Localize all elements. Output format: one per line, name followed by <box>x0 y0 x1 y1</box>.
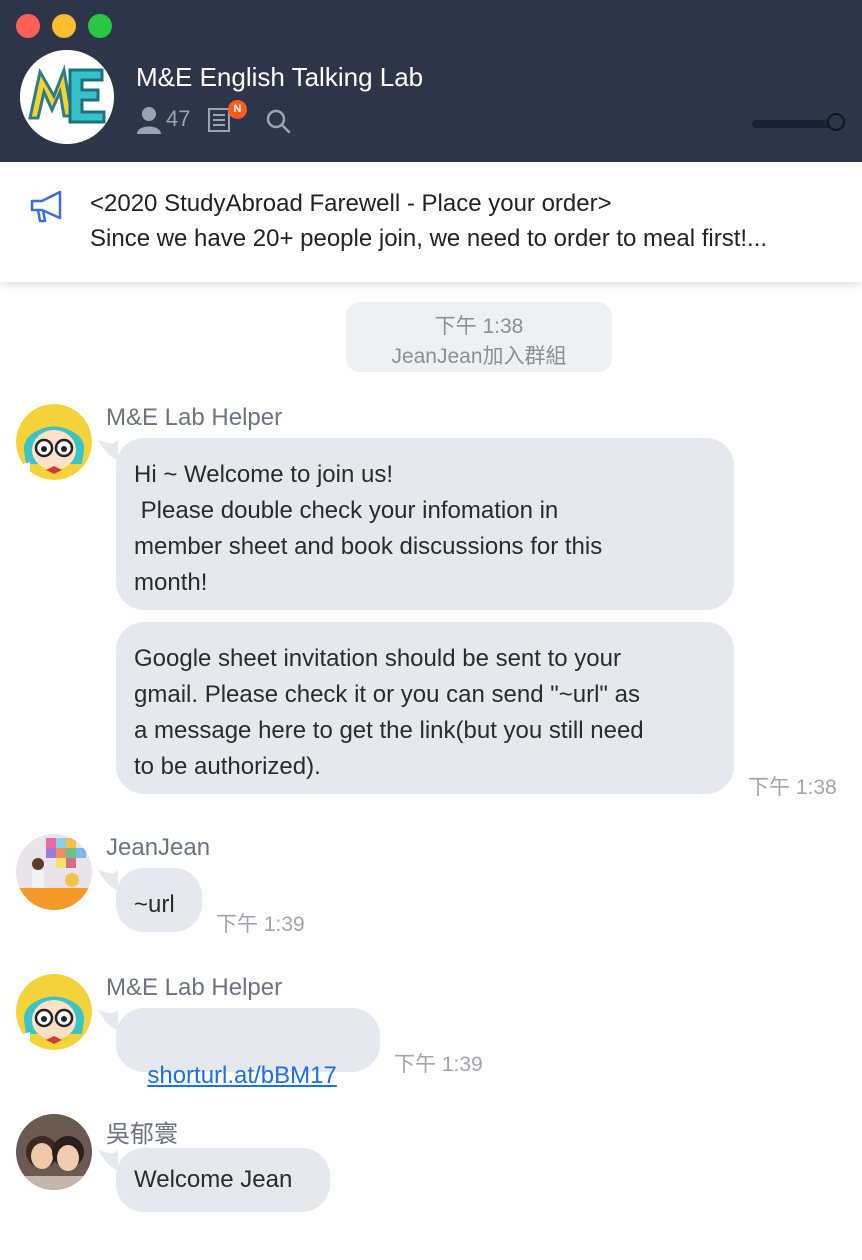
message-bubble: shorturl.at/bBM17 <box>116 1008 380 1089</box>
system-message: 下午 1:38 JeanJean加入群組 <box>346 302 612 372</box>
shared-link[interactable]: shorturl.at/bBM17 <box>147 1062 336 1089</box>
avatar[interactable] <box>16 974 92 1050</box>
announcement-text[interactable]: Since we have 20+ people join, we need t… <box>90 225 850 253</box>
megaphone-icon <box>30 190 62 223</box>
member-icon[interactable] <box>136 106 162 134</box>
sender-name: JeanJean <box>106 834 211 861</box>
sender-name: 吳郁寰 <box>106 1121 178 1148</box>
message-bubble[interactable]: ~url <box>116 868 202 932</box>
close-window-button[interactable] <box>16 14 40 38</box>
message-time: 下午 1:39 <box>216 913 305 936</box>
user-avatar-image <box>16 1114 92 1190</box>
message-time: 下午 1:38 <box>748 776 837 799</box>
message-bubble[interactable]: Welcome Jean <box>116 1148 330 1212</box>
new-badge: N <box>228 100 247 119</box>
sender-name: M&E Lab Helper <box>106 974 283 1001</box>
sender-name: M&E Lab Helper <box>106 404 283 431</box>
system-message-text: JeanJean加入群組 <box>391 345 567 368</box>
helper-avatar-image <box>16 404 92 480</box>
zoom-slider-fill <box>752 120 830 128</box>
zoom-slider[interactable] <box>752 113 852 131</box>
message-bubble[interactable]: Google sheet invitation should be sent t… <box>116 622 734 794</box>
announcement-title[interactable]: <2020 StudyAbroad Farewell - Place your … <box>90 190 612 218</box>
jeanjean-avatar-image <box>16 834 92 910</box>
group-logo <box>20 50 114 144</box>
system-message-time: 下午 1:38 <box>434 315 524 338</box>
avatar[interactable] <box>16 834 92 910</box>
zoom-slider-knob[interactable] <box>827 113 846 131</box>
message-time: 下午 1:39 <box>394 1053 483 1076</box>
group-name: M&E English Talking Lab <box>136 62 424 92</box>
avatar[interactable] <box>16 1114 92 1190</box>
notes-icon[interactable] <box>208 108 230 132</box>
announcement-bar[interactable] <box>0 162 862 282</box>
helper-avatar-image <box>16 974 92 1050</box>
avatar[interactable] <box>16 404 92 480</box>
search-icon[interactable] <box>265 108 291 134</box>
message-bubble[interactable]: Hi ~ Welcome to join us! Please double c… <box>116 438 734 610</box>
group-avatar[interactable] <box>20 50 114 144</box>
zoom-window-button[interactable] <box>88 14 112 38</box>
member-count[interactable]: 47 <box>166 106 190 132</box>
chat-header: M&E English Talking Lab 47 N <box>0 0 862 162</box>
minimize-window-button[interactable] <box>52 14 76 38</box>
